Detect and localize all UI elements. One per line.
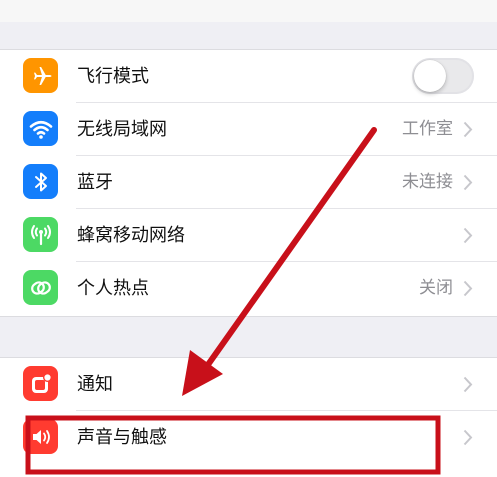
wifi-icon [23, 111, 58, 146]
settings-row-bluetooth[interactable]: 蓝牙 未连接 [0, 156, 497, 209]
toggle-knob [414, 60, 446, 92]
hotspot-link-icon [23, 270, 58, 305]
bluetooth-icon [23, 164, 58, 199]
airplane-mode-toggle[interactable] [412, 58, 474, 94]
bluetooth-label: 蓝牙 [77, 172, 113, 193]
wifi-network-value: 工作室 [402, 119, 453, 139]
settings-row-personal-hotspot[interactable]: 个人热点 关闭 [0, 262, 497, 315]
top-strip [0, 0, 497, 22]
group-bottom-border [0, 316, 497, 317]
airplane-mode-label: 飞行模式 [77, 66, 149, 87]
chevron-right-icon [463, 376, 473, 393]
cellular-label: 蜂窝移动网络 [77, 225, 185, 246]
notifications-label: 通知 [77, 374, 113, 395]
settings-row-notifications[interactable]: 通知 [0, 358, 497, 411]
sounds-haptics-label: 声音与触感 [77, 427, 167, 448]
connectivity-group: 飞行模式 无线局域网 工作室 蓝牙 未连接 蜂窝移动网络 个人热点 关闭 [0, 50, 497, 316]
settings-row-cellular[interactable]: 蜂窝移动网络 [0, 209, 497, 262]
bluetooth-status-value: 未连接 [402, 172, 453, 192]
settings-row-wifi[interactable]: 无线局域网 工作室 [0, 103, 497, 156]
settings-row-airplane-mode[interactable]: 飞行模式 [0, 50, 497, 103]
chevron-right-icon [463, 121, 473, 138]
personal-hotspot-label: 个人热点 [77, 278, 149, 299]
chevron-right-icon [463, 174, 473, 191]
speaker-icon [23, 419, 58, 454]
airplane-icon [23, 58, 58, 93]
settings-screen: 飞行模式 无线局域网 工作室 蓝牙 未连接 蜂窝移动网络 个人热点 关闭 通知 … [0, 0, 497, 477]
chevron-right-icon [463, 429, 473, 446]
settings-row-sounds-haptics[interactable]: 声音与触感 [0, 411, 497, 464]
cellular-antenna-icon [23, 217, 58, 252]
wifi-label: 无线局域网 [77, 119, 167, 140]
notifications-group: 通知 声音与触感 [0, 358, 497, 477]
notifications-icon [23, 366, 58, 401]
personal-hotspot-value: 关闭 [419, 278, 453, 298]
chevron-right-icon [463, 227, 473, 244]
chevron-right-icon [463, 280, 473, 297]
